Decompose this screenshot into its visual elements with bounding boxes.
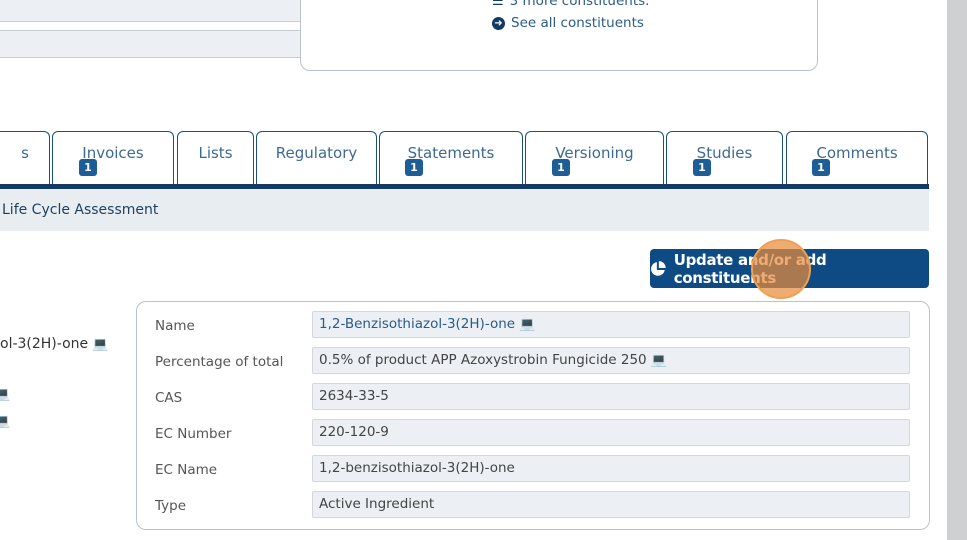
tab-label: Studies [696, 144, 753, 162]
input-field-second[interactable] [0, 30, 307, 58]
tab-lists[interactable]: Lists [177, 131, 254, 184]
subtab-strip: Life Cycle Assessment [0, 189, 929, 231]
tab-partial[interactable]: s [0, 131, 50, 184]
constituent-name-text: ol-3(2H)-one [0, 336, 89, 352]
constituents-card [300, 0, 818, 71]
tab-label: s [21, 144, 29, 162]
row-label-ec-number: EC Number [155, 426, 232, 442]
input-field-top[interactable] [0, 0, 307, 22]
laptop-icon: 💻 [519, 317, 536, 332]
laptop-icon: 💻 [0, 387, 11, 402]
tab-badge: 1 [552, 159, 570, 176]
click-indicator [751, 239, 811, 299]
tab-regulatory[interactable]: Regulatory [256, 131, 377, 184]
tab-statements[interactable]: Statements 1 [379, 131, 523, 184]
row-value-cas: 2634-33-5 [312, 383, 910, 410]
tab-label: Statements [407, 144, 495, 162]
row-value-text: 0.5% of product APP Azoxystrobin Fungici… [319, 352, 647, 368]
tab-badge: 1 [812, 159, 830, 176]
tab-label: Regulatory [275, 144, 358, 162]
arrow-circle-right-icon: ➜ [492, 16, 505, 30]
row-value-percentage: 0.5% of product APP Azoxystrobin Fungici… [312, 347, 910, 374]
constituent-name-partial: ol-3(2H)-one 💻 [0, 336, 108, 352]
tab-badge: 1 [693, 159, 711, 176]
tab-label: Versioning [555, 144, 634, 162]
tab-badge: 1 [405, 159, 423, 176]
more-constituents-row: ☰ 3 more constituents. [492, 0, 649, 9]
tab-invoices[interactable]: Invoices 1 [52, 131, 174, 184]
tab-comments[interactable]: Comments 1 [786, 131, 928, 184]
tab-studies[interactable]: Studies 1 [666, 131, 783, 184]
tab-label: Invoices [82, 144, 144, 162]
laptop-icon: 💻 [0, 414, 11, 429]
row-label-percentage: Percentage of total [155, 354, 284, 370]
laptop-icon: 💻 [650, 353, 667, 368]
tab-versioning[interactable]: Versioning 1 [525, 131, 664, 184]
row-value-type: Active Ingredient [312, 491, 910, 518]
tab-label: Comments [816, 144, 898, 162]
see-all-constituents-link[interactable]: ➜ See all constituents [492, 15, 644, 31]
row-label-type: Type [155, 498, 187, 514]
row-value-ec-name: 1,2-benzisothiazol-3(2H)-one [312, 455, 910, 482]
row-label-cas: CAS [155, 390, 183, 406]
row-value-text: 1,2-Benzisothiazol-3(2H)-one [319, 316, 516, 332]
more-constituents-text: 3 more constituents. [509, 0, 650, 9]
constituent-details-card: Name 1,2-Benzisothiazol-3(2H)-one 💻 Perce… [136, 301, 930, 530]
row-value-name[interactable]: 1,2-Benzisothiazol-3(2H)-one 💻 [312, 311, 910, 338]
tab-badge: 1 [79, 159, 97, 176]
row-value-ec-number: 220-120-9 [312, 419, 910, 446]
page-scrollbar[interactable] [947, 0, 967, 540]
see-all-constituents-label: See all constituents [511, 15, 644, 31]
row-label-ec-name: EC Name [155, 462, 218, 478]
pie-chart-icon [651, 260, 666, 276]
subtab-life-cycle-assessment[interactable]: Life Cycle Assessment [2, 202, 158, 218]
list-icon: ☰ [492, 0, 504, 9]
tab-label: Lists [198, 144, 233, 162]
row-label-name: Name [155, 318, 195, 334]
laptop-icon: 💻 [92, 337, 109, 352]
